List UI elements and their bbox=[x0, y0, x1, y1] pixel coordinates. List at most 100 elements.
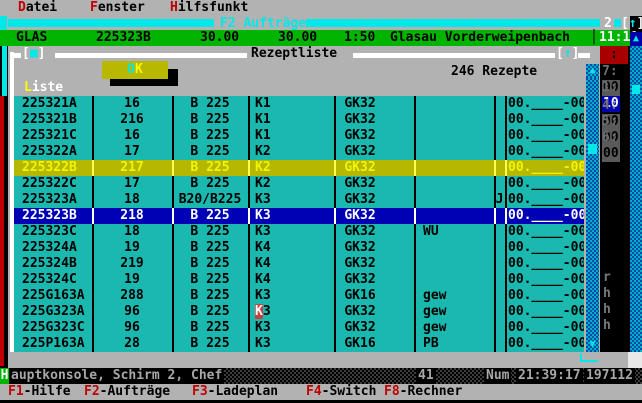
table-row[interactable]: 225323B218B 225K3GK3200.____-00 bbox=[14, 208, 584, 224]
cell-k: K3 bbox=[255, 320, 315, 336]
scroll-up-icon[interactable]: ▲ bbox=[586, 64, 599, 78]
scroll-up-icon[interactable]: ▲ bbox=[630, 32, 642, 46]
partial-text: h bbox=[603, 286, 611, 302]
cell-k: K2 bbox=[255, 160, 315, 176]
cell-price: 00.____-00 bbox=[508, 112, 584, 128]
bg-window-frame-fragment bbox=[628, 352, 642, 368]
cell-price: 00.____-00 bbox=[508, 336, 584, 352]
info-recipe: 225323B bbox=[96, 30, 151, 46]
window-frame-line bbox=[55, 53, 247, 58]
window-frame-line bbox=[353, 53, 555, 58]
menu-label: ilfsfunkt bbox=[178, 0, 248, 15]
cell-qty: 16 bbox=[92, 128, 172, 144]
column-separator bbox=[414, 160, 416, 176]
fkey-f2[interactable]: F2-Aufträge bbox=[84, 384, 170, 400]
scrollbar-track[interactable] bbox=[586, 78, 599, 338]
cell-gk: GK32 bbox=[320, 128, 400, 144]
zoom-arrow-icon: ↑ bbox=[564, 46, 572, 61]
cell-extra bbox=[423, 208, 491, 224]
table-row[interactable]: 225322B217B 225K2GK3200.____-00 bbox=[14, 160, 584, 176]
window-zoom-box[interactable]: [↑] bbox=[556, 46, 579, 62]
table-row[interactable]: 225G323C96B 225K3GK32gew00.____-00 bbox=[14, 320, 584, 336]
time-list-item[interactable]: 4:00 bbox=[602, 98, 630, 114]
recipe-table[interactable]: 225321A16B 225K1GK3200.____-00225321B216… bbox=[14, 96, 584, 352]
table-row[interactable]: 225324C19B 225K4GK3200.____-00 bbox=[14, 272, 584, 288]
background-scrollbar[interactable]: ▲ bbox=[630, 32, 642, 352]
cell-k: K2 bbox=[255, 176, 315, 192]
bg-window-border-red bbox=[0, 96, 4, 366]
cell-code: 225322A bbox=[22, 144, 92, 160]
table-row[interactable]: 225G163A288B 225K3GK16gew00.____-00 bbox=[14, 288, 584, 304]
recipe-count-label: 246 Rezepte bbox=[451, 64, 537, 80]
column-separator bbox=[334, 208, 336, 224]
info-name: GLAS bbox=[16, 30, 47, 46]
cell-price: 00.____-00 bbox=[508, 272, 584, 288]
column-separator bbox=[505, 208, 507, 224]
fkey-f4[interactable]: F4-Switch bbox=[306, 384, 376, 400]
cell-extra: PB bbox=[423, 336, 491, 352]
table-row[interactable]: 225G323A96B 225K3GK32gew00.____-00 bbox=[14, 304, 584, 320]
table-row[interactable]: 225321B216B 225K1GK3200.____-00 bbox=[14, 112, 584, 128]
cell-gk: GK32 bbox=[320, 320, 400, 336]
console-hotkey: H bbox=[0, 368, 9, 384]
cell-code: 225322B bbox=[22, 160, 92, 176]
cell-code: 225324B bbox=[22, 256, 92, 272]
time-hour: 7: bbox=[602, 64, 618, 79]
column-separator bbox=[172, 208, 174, 224]
table-row[interactable]: 225P163A28B 225K3GK16PB00.____-00 bbox=[14, 336, 584, 352]
table-scrollbar[interactable]: ▲ ▼ bbox=[586, 64, 599, 352]
fkey-f1[interactable]: F1-Hilfe bbox=[8, 384, 71, 400]
time-list-item[interactable]: 1:10 bbox=[602, 80, 630, 96]
window-close-box[interactable]: [■] bbox=[22, 46, 45, 62]
cell-gk: GK32 bbox=[320, 208, 400, 224]
table-row[interactable]: 225321C16B 225K1GK3200.____-00 bbox=[14, 128, 584, 144]
scrollbar-thumb[interactable] bbox=[632, 85, 640, 94]
fkey-label: -Ladeplan bbox=[208, 384, 278, 399]
table-row[interactable]: 225321A16B 225K1GK3200.____-00 bbox=[14, 96, 584, 112]
cell-flag bbox=[494, 128, 505, 144]
scroll-down-icon[interactable]: ▼ bbox=[586, 338, 599, 352]
cell-k: K3 bbox=[255, 336, 315, 352]
column-separator bbox=[172, 160, 174, 176]
cell-gk: GK32 bbox=[320, 256, 400, 272]
cell-extra bbox=[423, 128, 491, 144]
info-value1: 30.00 bbox=[200, 30, 239, 46]
scrollbar-thumb[interactable] bbox=[588, 144, 597, 154]
table-row[interactable]: 225324B219B 225K4GK3200.____-00 bbox=[14, 256, 584, 272]
cell-qty: 18 bbox=[92, 224, 172, 240]
fkey-f8[interactable]: F8-Rechner bbox=[384, 384, 462, 400]
time-list-item[interactable]: 5:00 bbox=[602, 114, 630, 130]
cell-extra bbox=[423, 96, 491, 112]
cell-price: 00.____-00 bbox=[508, 192, 584, 208]
cell-mix: B 225 bbox=[172, 96, 248, 112]
cell-qty: 217 bbox=[92, 160, 172, 176]
cell-flag bbox=[494, 256, 505, 272]
menu-item-hilfsfunkt[interactable]: Hilfsfunkt bbox=[170, 0, 248, 16]
ok-button[interactable]: OK bbox=[102, 61, 168, 79]
background-window-titlebar[interactable]: F2 Aufträge 2 [↑] bbox=[0, 16, 630, 30]
cell-gk: GK32 bbox=[320, 144, 400, 160]
window-title: Rezeptliste bbox=[251, 46, 337, 62]
table-row[interactable]: 225323A18B20/B225K3GK32J00.____-00 bbox=[14, 192, 584, 208]
fkey-number: F4 bbox=[306, 384, 322, 399]
background-window-content: : 7:001:104:005:006:00rhhh bbox=[600, 46, 630, 368]
menu-item-fenster[interactable]: Fenster bbox=[90, 0, 145, 16]
side-clock-header: : bbox=[600, 46, 628, 64]
menu-label: enster bbox=[98, 0, 145, 15]
cell-code: 225321B bbox=[22, 112, 92, 128]
time-list-item[interactable]: 7:00 bbox=[602, 64, 630, 80]
cell-mix: B 225 bbox=[172, 128, 248, 144]
time-list-item[interactable]: 6:00 bbox=[602, 130, 630, 146]
table-row[interactable]: 225322A17B 225K2GK3200.____-00 bbox=[14, 144, 584, 160]
table-row[interactable]: 225323C18B 225K3GK32WU00.____-00 bbox=[14, 224, 584, 240]
cell-gk: GK32 bbox=[320, 192, 400, 208]
table-row[interactable]: 225322C17B 225K2GK3200.____-00 bbox=[14, 176, 584, 192]
table-row[interactable]: 225324A19B 225K4GK3200.____-00 bbox=[14, 240, 584, 256]
cell-mix: B 225 bbox=[172, 160, 248, 176]
fkey-f3[interactable]: F3-Ladeplan bbox=[192, 384, 278, 400]
menu-item-datei[interactable]: Datei bbox=[18, 0, 57, 16]
fkey-number: F8 bbox=[384, 384, 400, 399]
cell-price: 00.____-00 bbox=[508, 256, 584, 272]
cell-code: 225G323C bbox=[22, 320, 92, 336]
cell-k: K1 bbox=[255, 96, 315, 112]
